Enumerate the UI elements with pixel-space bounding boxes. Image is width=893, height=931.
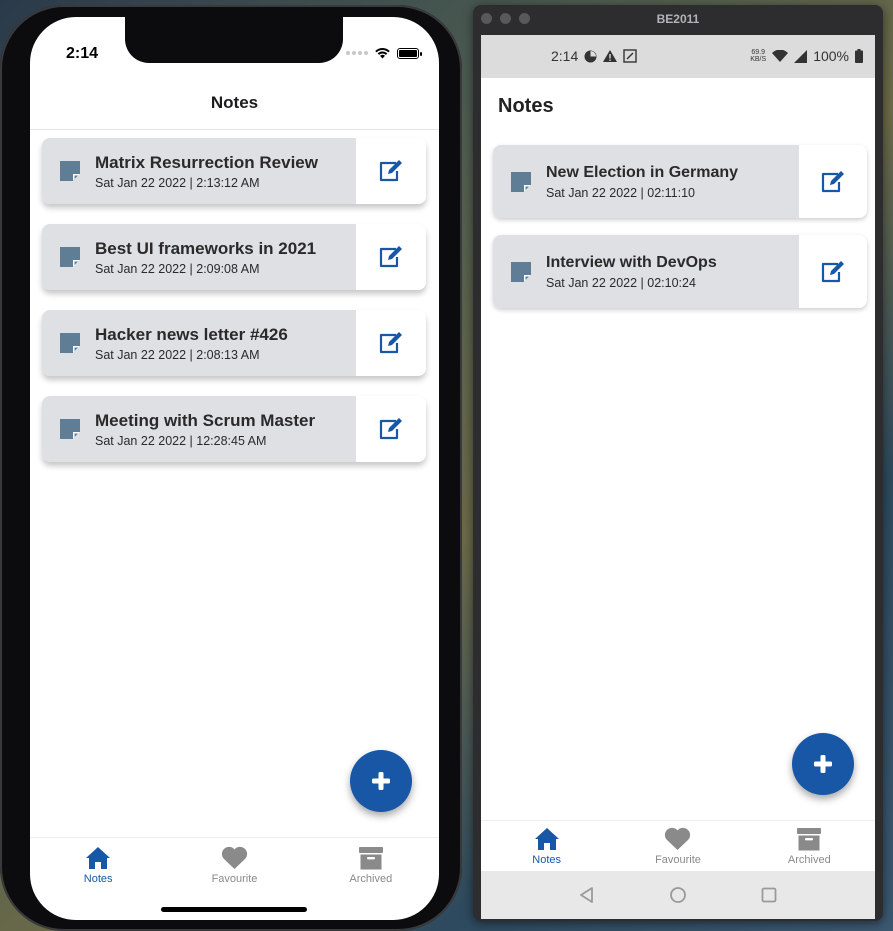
page-title: Notes — [30, 77, 439, 130]
android-status-bar: 2:14 69.9 KB/S 100% — [481, 35, 875, 78]
edit-note-button[interactable] — [356, 396, 426, 462]
heart-icon — [221, 846, 248, 869]
warning-icon — [603, 50, 618, 62]
recents-square-icon[interactable] — [760, 886, 778, 904]
battery-icon — [397, 47, 422, 59]
note-card[interactable]: Interview with DevOps Sat Jan 22 2022 | 0… — [493, 235, 867, 308]
iphone-simulator: 2:14 Notes Matrix Resurrection Review Sat… — [0, 5, 462, 931]
edit-note-button[interactable] — [356, 224, 426, 290]
window-titlebar: BE2011 — [473, 5, 883, 33]
android-screen: 2:14 69.9 KB/S 100% Notes New Election i… — [481, 35, 875, 919]
wifi-icon — [375, 48, 390, 59]
plus-icon — [372, 772, 390, 790]
wifi-icon — [772, 50, 789, 62]
plus-icon — [814, 755, 832, 773]
tab-notes[interactable]: Notes — [481, 827, 612, 877]
note-card-body[interactable]: Interview with DevOps Sat Jan 22 2022 | 0… — [493, 235, 799, 308]
tab-favourite[interactable]: Favourite — [166, 846, 302, 906]
network-speed: 69.9 KB/S — [750, 49, 767, 63]
edit-note-button[interactable] — [356, 138, 426, 204]
tab-label: Favourite — [211, 873, 258, 885]
edit-icon — [821, 170, 844, 192]
edit-icon — [379, 246, 402, 268]
note-icon — [511, 171, 531, 192]
tab-label: Notes — [83, 873, 113, 885]
note-date: Sat Jan 22 2022 | 12:28:45 AM — [95, 433, 267, 448]
edit-icon — [379, 418, 402, 440]
note-card[interactable]: Meeting with Scrum Master Sat Jan 22 2022… — [42, 396, 426, 462]
note-date: Sat Jan 22 2022 | 02:11:10 — [546, 185, 695, 200]
note-card-body[interactable]: New Election in Germany Sat Jan 22 2022 |… — [493, 145, 799, 218]
home-circle-icon[interactable] — [669, 886, 687, 904]
android-nav-bar — [481, 871, 875, 919]
ios-status-time: 2:14 — [66, 45, 99, 62]
edit-icon — [379, 332, 402, 354]
note-icon — [60, 333, 80, 353]
add-note-button[interactable] — [792, 733, 854, 795]
note-date: Sat Jan 22 2022 | 2:08:13 AM — [95, 347, 260, 362]
home-icon — [86, 847, 111, 869]
note-icon — [60, 161, 80, 181]
tab-label: Archived — [787, 854, 831, 866]
note-title: Best UI frameworks in 2021 — [95, 238, 317, 258]
battery-icon — [855, 49, 863, 63]
tab-archived[interactable]: Archived — [744, 827, 875, 877]
page-title: Notes — [498, 95, 554, 117]
tab-bar: Notes Favourite Archived — [481, 820, 875, 877]
home-indicator — [161, 907, 307, 912]
note-card[interactable]: Best UI frameworks in 2021 Sat Jan 22 202… — [42, 224, 426, 290]
note-card-body[interactable]: Best UI frameworks in 2021 Sat Jan 22 202… — [42, 224, 356, 290]
sim-icon — [623, 49, 637, 63]
ios-status-icons — [346, 47, 422, 59]
edit-icon — [821, 260, 844, 282]
note-card-body[interactable]: Hacker news letter #426 Sat Jan 22 2022 |… — [42, 310, 356, 376]
note-title: Hacker news letter #426 — [95, 324, 288, 344]
note-card[interactable]: Hacker news letter #426 Sat Jan 22 2022 |… — [42, 310, 426, 376]
home-icon — [534, 828, 559, 850]
cellular-dots-icon — [346, 51, 368, 55]
archive-icon — [797, 828, 822, 851]
note-title: Matrix Resurrection Review — [95, 152, 318, 172]
note-date: Sat Jan 22 2022 | 2:09:08 AM — [95, 261, 260, 276]
edit-icon — [379, 160, 402, 182]
add-note-button[interactable] — [350, 750, 412, 812]
window-title: BE2011 — [656, 12, 700, 26]
tab-label: Notes — [532, 854, 562, 866]
edit-note-button[interactable] — [799, 235, 867, 308]
tab-notes[interactable]: Notes — [30, 846, 166, 906]
data-saver-icon — [584, 50, 597, 62]
note-icon — [60, 419, 80, 439]
tab-label: Archived — [349, 873, 393, 885]
notes-list: New Election in Germany Sat Jan 22 2022 |… — [493, 145, 867, 325]
back-icon[interactable] — [578, 886, 596, 904]
tab-archived[interactable]: Archived — [303, 846, 439, 906]
notch — [125, 17, 343, 63]
note-icon — [511, 261, 531, 282]
note-date: Sat Jan 22 2022 | 2:13:12 AM — [95, 175, 260, 190]
signal-icon — [794, 49, 808, 63]
note-card[interactable]: Matrix Resurrection Review Sat Jan 22 202… — [42, 138, 426, 204]
note-title: Meeting with Scrum Master — [95, 410, 316, 430]
tab-label: Favourite — [655, 854, 701, 866]
android-status-time: 2:14 — [551, 48, 579, 64]
edit-note-button[interactable] — [356, 310, 426, 376]
note-title: New Election in Germany — [546, 163, 739, 181]
note-date: Sat Jan 22 2022 | 02:10:24 — [546, 275, 696, 290]
note-title: Interview with DevOps — [546, 253, 717, 271]
note-card[interactable]: New Election in Germany Sat Jan 22 2022 |… — [493, 145, 867, 218]
notes-list: Matrix Resurrection Review Sat Jan 22 202… — [42, 138, 426, 482]
note-card-body[interactable]: Meeting with Scrum Master Sat Jan 22 2022… — [42, 396, 356, 462]
archive-icon — [358, 847, 383, 870]
tab-bar: Notes Favourite Archived — [30, 837, 439, 906]
heart-icon — [665, 827, 691, 850]
note-icon — [60, 247, 80, 267]
tab-favourite[interactable]: Favourite — [612, 827, 743, 877]
edit-note-button[interactable] — [799, 145, 867, 218]
ios-screen: 2:14 Notes Matrix Resurrection Review Sat… — [30, 17, 439, 920]
battery-percentage: 100% — [813, 48, 849, 64]
android-emulator-window: BE2011 2:14 69.9 KB/S 100% Notes New Ele… — [473, 5, 883, 921]
note-card-body[interactable]: Matrix Resurrection Review Sat Jan 22 202… — [42, 138, 356, 204]
